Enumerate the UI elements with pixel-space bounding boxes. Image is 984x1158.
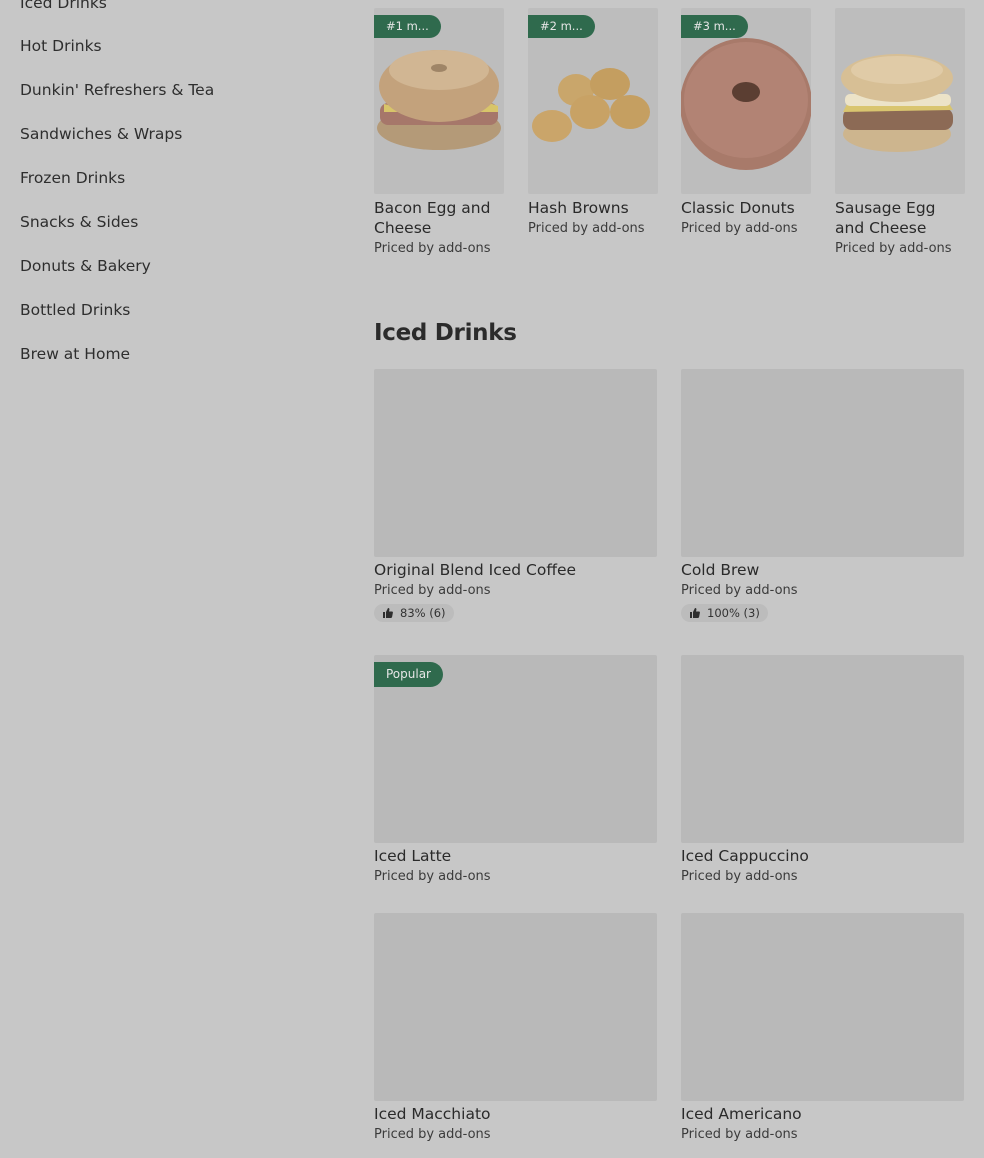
rank-badge: #1 m... — [374, 15, 441, 38]
item-price: Priced by add-ons — [374, 1127, 491, 1142]
popular-badge: Popular — [374, 662, 443, 687]
item-image: Popular — [374, 655, 657, 843]
sidebar-item-iced-drinks[interactable]: Iced Drinks — [20, 0, 107, 12]
bacon-egg-cheese-image: #1 m... — [374, 8, 504, 194]
item-name: Cold Brew — [681, 561, 760, 579]
menu-item-card[interactable]: Popular Iced Latte Priced by add-ons — [374, 655, 657, 884]
rank-badge: #3 m... — [681, 15, 748, 38]
rank-badge: #2 m... — [528, 15, 595, 38]
rating-text: 100% (3) — [707, 606, 760, 620]
item-price: Priced by add-ons — [835, 241, 952, 256]
menu-item-card[interactable]: Iced Macchiato Priced by add-ons — [374, 913, 657, 1142]
category-sidebar: Iced Drinks Hot Drinks Dunkin' Refresher… — [0, 0, 340, 1158]
sidebar-item-bottled-drinks[interactable]: Bottled Drinks — [20, 301, 130, 319]
thumbs-up-icon — [383, 608, 393, 618]
muffin-sandwich-illustration — [841, 54, 953, 152]
rating-badge: 100% (3) — [681, 604, 768, 622]
item-price: Priced by add-ons — [681, 869, 798, 884]
classic-donuts-image: #3 m... — [681, 8, 811, 194]
item-name: Iced Latte — [374, 847, 452, 865]
menu-item-card[interactable]: #2 m... Hash Browns Priced by add-ons — [528, 8, 658, 236]
menu-item-card[interactable]: #1 m... Bacon Egg and Cheese Priced by a… — [374, 8, 504, 256]
sidebar-item-snacks-sides[interactable]: Snacks & Sides — [20, 213, 138, 231]
item-price: Priced by add-ons — [681, 583, 798, 598]
menu-item-card[interactable]: Cold Brew Priced by add-ons 100% (3) — [681, 369, 964, 623]
menu-item-card[interactable]: #3 m... Classic Donuts Priced by add-ons — [681, 8, 811, 236]
item-price: Priced by add-ons — [374, 583, 491, 598]
sidebar-item-brew-at-home[interactable]: Brew at Home — [20, 345, 130, 363]
menu-item-card[interactable]: Sausage Egg and Cheese Priced by add-ons — [835, 8, 965, 256]
sidebar-item-hot-drinks[interactable]: Hot Drinks — [20, 37, 102, 55]
item-image — [681, 655, 964, 843]
item-price: Priced by add-ons — [681, 1127, 798, 1142]
item-name: Hash Browns — [528, 199, 629, 217]
menu-item-card[interactable]: Original Blend Iced Coffee Priced by add… — [374, 369, 657, 623]
sidebar-item-refreshers-tea[interactable]: Dunkin' Refreshers & Tea — [20, 81, 214, 99]
item-image — [374, 913, 657, 1101]
menu-item-card[interactable]: Iced Americano Priced by add-ons — [681, 913, 964, 1142]
item-price: Priced by add-ons — [374, 241, 491, 256]
item-name: Classic Donuts — [681, 199, 795, 217]
sidebar-item-donuts-bakery[interactable]: Donuts & Bakery — [20, 257, 151, 275]
item-image — [374, 369, 657, 557]
rating-text: 83% (6) — [400, 606, 446, 620]
item-name: Sausage Egg and Cheese — [835, 199, 936, 237]
item-price: Priced by add-ons — [374, 869, 491, 884]
item-name: Iced Americano — [681, 1105, 802, 1123]
item-image — [681, 369, 964, 557]
item-price: Priced by add-ons — [528, 221, 645, 236]
hash-browns-image: #2 m... — [528, 8, 658, 194]
item-price: Priced by add-ons — [681, 221, 798, 236]
sidebar-item-sandwiches-wraps[interactable]: Sandwiches & Wraps — [20, 125, 182, 143]
item-name: Original Blend Iced Coffee — [374, 561, 577, 579]
section-title-iced-drinks: Iced Drinks — [374, 320, 517, 346]
item-name: Iced Cappuccino — [681, 847, 809, 865]
rating-badge: 83% (6) — [374, 604, 454, 622]
sidebar-item-frozen-drinks[interactable]: Frozen Drinks — [20, 169, 125, 187]
item-name: Bacon Egg and Cheese — [374, 199, 491, 237]
item-image — [681, 913, 964, 1101]
item-name: Iced Macchiato — [374, 1105, 491, 1123]
sausage-egg-cheese-image — [835, 8, 965, 194]
thumbs-up-icon — [690, 608, 700, 618]
menu-item-card[interactable]: Iced Cappuccino Priced by add-ons — [681, 655, 964, 884]
